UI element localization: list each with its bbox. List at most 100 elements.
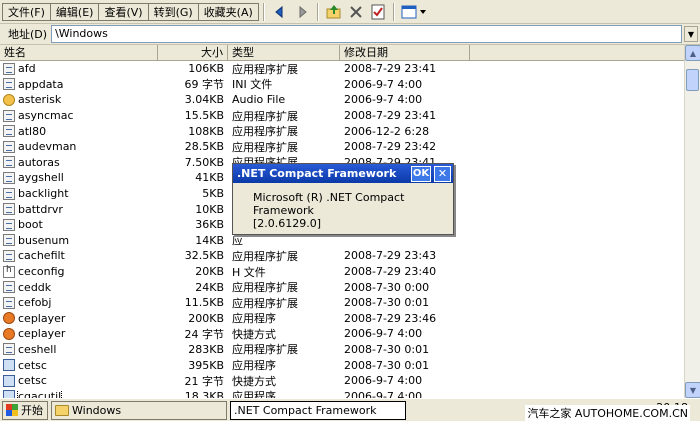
file-size: 14KB <box>195 233 224 247</box>
file-name-cell: boot <box>0 218 158 231</box>
watermark: 汽车之家 AUTOHOME.COM.CN <box>525 405 690 421</box>
file-name-cell: backlight <box>0 187 158 200</box>
menu-favorites[interactable]: 收藏夹(A) <box>197 2 259 21</box>
dialog-close-button[interactable]: ✕ <box>434 165 451 182</box>
file-row[interactable]: ceplayer 200KB 应用程序 2008-7-29 23:46 <box>0 311 684 327</box>
file-name: cetsc <box>18 358 47 372</box>
file-type: 应用程序扩展 <box>232 140 298 154</box>
address-dropdown-button[interactable]: ▼ <box>684 26 698 42</box>
dll-file-icon <box>3 343 15 356</box>
file-name: battdrvr <box>18 202 63 216</box>
file-row[interactable]: ceddk 24KB 应用程序扩展 2008-7-30 0:00 <box>0 279 684 295</box>
file-row[interactable]: asterisk 3.04KB Audio File 2006-9-7 4:00 <box>0 92 684 108</box>
file-date: 2008-7-29 23:40 <box>344 265 437 279</box>
file-size: 24 字节 <box>184 327 225 341</box>
file-name: ceddk <box>18 280 52 294</box>
file-size: 20KB <box>195 265 224 279</box>
file-size: 32.5KB <box>184 249 224 263</box>
dialog-ok-button[interactable]: OK <box>411 165 431 182</box>
file-type: INI 文件 <box>232 78 273 92</box>
file-name-cell: cefobj <box>0 296 158 309</box>
file-row[interactable]: cefobj 11.5KB 应用程序扩展 2008-7-30 0:01 <box>0 295 684 311</box>
menu-view[interactable]: 查看(V) <box>98 2 149 21</box>
file-date: 2008-7-29 23:42 <box>344 140 437 154</box>
app-file-icon <box>3 390 15 398</box>
file-name: ceplayer <box>18 311 66 325</box>
up-folder-icon <box>326 4 341 18</box>
column-header-name[interactable]: 姓名 <box>0 45 158 61</box>
properties-button[interactable] <box>368 2 388 22</box>
file-row[interactable]: afd 106KB 应用程序扩展 2008-7-29 23:41 <box>0 61 684 77</box>
file-name: busenum <box>18 233 70 247</box>
file-name: boot <box>18 218 43 232</box>
file-date: 2008-7-30 0:00 <box>344 280 430 294</box>
file-row[interactable]: ceshell 283KB 应用程序扩展 2008-7-30 0:01 <box>0 342 684 358</box>
file-date: 2008-7-29 23:46 <box>344 311 437 325</box>
column-header-date[interactable]: 修改日期 <box>340 45 470 61</box>
file-name: ceshell <box>18 342 57 356</box>
file-row[interactable]: cgacutil 18.3KB 应用程序 2006-9-7 4:00 <box>0 388 684 398</box>
net-cf-dialog: .NET Compact Framework OK ✕ Microsoft (R… <box>232 163 454 235</box>
toolbar-separator <box>316 2 319 21</box>
menu-goto[interactable]: 转到(G) <box>147 2 199 21</box>
column-header-size[interactable]: 大小 <box>158 45 228 61</box>
back-button[interactable] <box>270 2 290 22</box>
file-row[interactable]: audevman 28.5KB 应用程序扩展 2008-7-29 23:42 <box>0 139 684 155</box>
delete-icon <box>350 5 362 18</box>
file-row[interactable]: atl80 108KB 应用程序扩展 2006-12-2 6:28 <box>0 123 684 139</box>
file-size: 69 字节 <box>184 78 225 92</box>
file-date: 2008-7-30 0:01 <box>344 358 430 372</box>
properties-icon <box>371 4 385 19</box>
file-size: 395KB <box>188 358 224 372</box>
file-name-cell: aygshell <box>0 171 158 184</box>
taskbar-netcf-button[interactable]: .NET Compact Framework <box>230 400 406 420</box>
file-date: 2006-9-7 4:00 <box>344 93 423 107</box>
dll-file-icon <box>3 187 15 200</box>
file-name: asterisk <box>18 93 62 107</box>
file-date: 2008-7-30 0:01 <box>344 342 430 356</box>
file-row[interactable]: cachefilt 32.5KB 应用程序扩展 2008-7-29 23:43 <box>0 248 684 264</box>
media-file-icon <box>3 312 15 325</box>
file-date: 2008-7-29 23:41 <box>344 62 437 76</box>
file-name-cell: ceplayer <box>0 312 158 325</box>
toolbar-separator <box>392 2 395 21</box>
file-size: 15.5KB <box>184 109 224 123</box>
file-row[interactable]: cetsc 395KB 应用程序 2008-7-30 0:01 <box>0 357 684 373</box>
start-button[interactable]: 开始 <box>2 400 48 420</box>
file-row[interactable]: cetsc 21 字节 快捷方式 2006-9-7 4:00 <box>0 373 684 389</box>
file-row[interactable]: appdata 69 字节 INI 文件 2006-9-7 4:00 <box>0 77 684 93</box>
file-type: 应用程序扩展 <box>232 125 298 139</box>
file-size: 11.5KB <box>184 296 224 310</box>
scroll-down-button[interactable]: ▼ <box>685 382 700 398</box>
file-name: autoras <box>18 155 60 169</box>
column-header-filler <box>470 45 684 61</box>
scroll-up-button[interactable]: ▲ <box>685 45 700 61</box>
taskbar-windows-label: Windows <box>72 403 122 417</box>
menu-edit[interactable]: 编辑(E) <box>49 2 100 21</box>
view-menu-button[interactable] <box>400 2 428 22</box>
file-size: 10KB <box>195 202 224 216</box>
vertical-scrollbar[interactable]: ▲ ▼ <box>684 45 700 398</box>
file-type: 应用程序 <box>232 359 276 373</box>
file-name: backlight <box>18 187 69 201</box>
file-type: 应用程序扩展 <box>232 296 298 310</box>
taskbar-windows-button[interactable]: Windows <box>51 400 227 420</box>
up-folder-button[interactable] <box>324 2 344 22</box>
back-arrow-icon <box>275 5 283 18</box>
column-header-type[interactable]: 类型 <box>228 45 340 61</box>
address-input[interactable]: \Windows <box>51 25 682 43</box>
forward-button[interactable] <box>292 2 312 22</box>
app-file-icon <box>3 374 15 387</box>
delete-button[interactable] <box>346 2 366 22</box>
file-size: 28.5KB <box>184 140 224 154</box>
menu-file[interactable]: 文件(F) <box>2 2 51 21</box>
file-row[interactable]: asyncmac 15.5KB 应用程序扩展 2008-7-29 23:41 <box>0 108 684 124</box>
dll-file-icon <box>3 78 15 91</box>
address-label: 地址(D) <box>8 28 48 41</box>
address-bar: 地址(D) \Windows ▼ <box>0 24 700 45</box>
start-label: 开始 <box>21 404 43 417</box>
file-size: 283KB <box>188 342 224 356</box>
file-row[interactable]: ceplayer 24 字节 快捷方式 2006-9-7 4:00 <box>0 326 684 342</box>
file-row[interactable]: ceconfig 20KB H 文件 2008-7-29 23:40 <box>0 264 684 280</box>
scroll-thumb[interactable] <box>686 69 699 91</box>
